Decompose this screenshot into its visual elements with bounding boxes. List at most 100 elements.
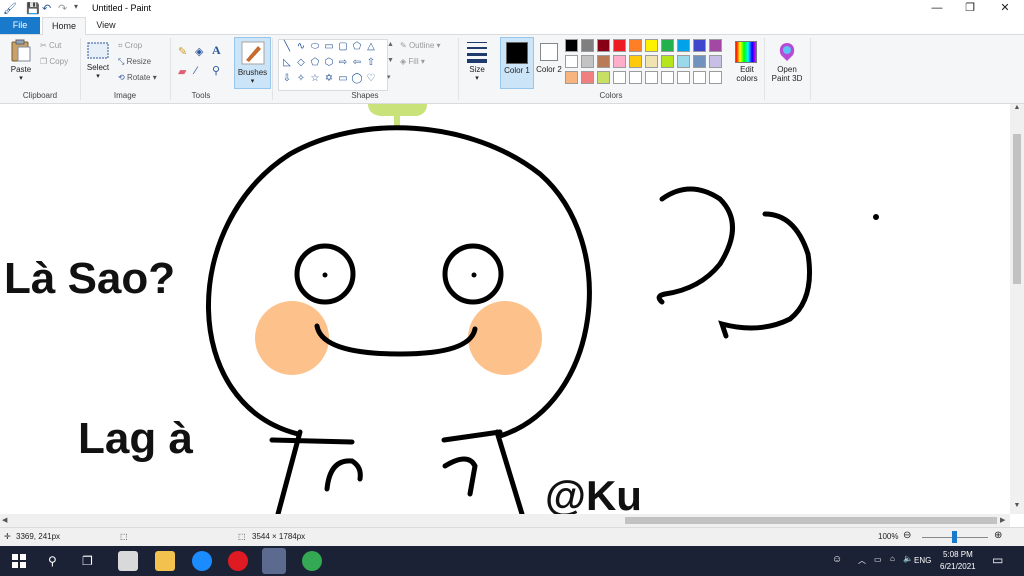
paste-button[interactable]: Paste ▾: [6, 39, 36, 82]
right-arrow-shape-icon[interactable]: ⇨: [337, 58, 349, 68]
cut-button[interactable]: ✂ Cut: [40, 41, 61, 50]
left-arrow-shape-icon[interactable]: ⇦: [351, 58, 363, 68]
horizontal-scrollbar[interactable]: ◀ ▶: [0, 514, 1010, 527]
palette-swatch[interactable]: [661, 71, 674, 84]
palette-swatch[interactable]: [581, 71, 594, 84]
copy-button[interactable]: ❐ Copy: [40, 57, 68, 66]
fill-button[interactable]: ◈ Fill ▾: [400, 57, 425, 66]
redo-icon[interactable]: ↷: [58, 2, 67, 15]
palette-swatch[interactable]: [645, 71, 658, 84]
color1-button[interactable]: Color 1: [500, 37, 534, 89]
palette-swatch[interactable]: [565, 39, 578, 52]
store-app-icon[interactable]: [118, 551, 138, 571]
zoom-out-icon[interactable]: ⊖: [903, 530, 911, 541]
select-button[interactable]: Select ▾: [84, 41, 112, 80]
palette-swatch[interactable]: [709, 71, 722, 84]
rounded-rectangle-shape-icon[interactable]: ▢: [337, 42, 349, 52]
callout-rect-shape-icon[interactable]: ▭: [337, 74, 349, 84]
windows-start-icon[interactable]: [12, 554, 26, 568]
palette-swatch[interactable]: [613, 55, 626, 68]
clock-time[interactable]: 5:08 PM: [943, 550, 973, 559]
palette-swatch[interactable]: [629, 39, 642, 52]
vertical-scroll-thumb[interactable]: [1013, 134, 1021, 284]
edit-colors-button[interactable]: Edit colors: [732, 39, 760, 83]
minimize-button[interactable]: —: [920, 1, 954, 16]
customize-qat-icon[interactable]: ▾: [74, 2, 78, 11]
opera-browser-icon[interactable]: [228, 551, 248, 571]
palette-swatch[interactable]: [597, 39, 610, 52]
task-view-icon[interactable]: ❐: [82, 554, 93, 568]
palette-swatch[interactable]: [645, 55, 658, 68]
file-explorer-icon[interactable]: [155, 551, 175, 571]
tab-home[interactable]: Home: [42, 17, 86, 35]
restore-button[interactable]: ❐: [953, 1, 987, 16]
scroll-down-icon[interactable]: ▼: [1010, 502, 1024, 514]
palette-swatch[interactable]: [677, 39, 690, 52]
tab-file[interactable]: File: [0, 17, 40, 34]
palette-swatch[interactable]: [677, 71, 690, 84]
zalo-app-icon[interactable]: [192, 551, 212, 571]
palette-swatch[interactable]: [709, 39, 722, 52]
palette-swatch[interactable]: [693, 55, 706, 68]
zoom-slider-thumb[interactable]: [952, 531, 957, 543]
show-hidden-icons[interactable]: ︿: [858, 555, 866, 566]
scroll-right-icon[interactable]: ▶: [1000, 514, 1010, 527]
language-indicator[interactable]: ENG: [914, 556, 931, 565]
heart-shape-icon[interactable]: ♡: [365, 74, 377, 84]
eraser-icon[interactable]: ▰: [178, 65, 186, 78]
palette-swatch[interactable]: [629, 55, 642, 68]
network-icon[interactable]: ⌂: [890, 554, 895, 563]
shapes-more-icon[interactable]: ▾: [387, 73, 391, 81]
undo-icon[interactable]: ↶: [42, 2, 51, 15]
zoom-in-icon[interactable]: ⊕: [994, 530, 1002, 541]
notifications-icon[interactable]: ▭: [992, 553, 1003, 567]
brushes-button[interactable]: Brushes ▾: [234, 37, 271, 89]
four-point-star-shape-icon[interactable]: ✧: [295, 74, 307, 84]
palette-swatch[interactable]: [613, 71, 626, 84]
clock-date[interactable]: 6/21/2021: [940, 562, 976, 571]
resize-button[interactable]: ⤡ Resize: [118, 57, 151, 67]
curve-shape-icon[interactable]: ∿: [295, 42, 307, 52]
triangle-shape-icon[interactable]: △: [365, 42, 377, 52]
palette-swatch[interactable]: [565, 71, 578, 84]
scroll-up-icon[interactable]: ▲: [1010, 104, 1024, 116]
up-arrow-shape-icon[interactable]: ⇧: [365, 58, 377, 68]
five-point-star-shape-icon[interactable]: ☆: [309, 74, 321, 84]
rotate-button[interactable]: ⟲ Rotate ▾: [118, 73, 157, 82]
magnifier-icon[interactable]: ⚲: [212, 64, 220, 77]
palette-swatch[interactable]: [629, 71, 642, 84]
line-shape-icon[interactable]: ╲: [281, 42, 293, 52]
text-tool-icon[interactable]: A: [212, 43, 221, 58]
fill-bucket-icon[interactable]: ◈: [195, 45, 203, 58]
horizontal-scroll-thumb[interactable]: [625, 517, 997, 524]
pencil-icon[interactable]: ✎: [178, 45, 187, 58]
people-icon[interactable]: ☺: [832, 554, 842, 565]
outline-button[interactable]: ✎ Outline ▾: [400, 41, 441, 50]
palette-swatch[interactable]: [693, 71, 706, 84]
six-point-star-shape-icon[interactable]: ✡: [323, 74, 335, 84]
size-button[interactable]: Size ▾: [463, 39, 491, 82]
save-icon[interactable]: 💾: [26, 2, 40, 15]
down-arrow-shape-icon[interactable]: ⇩: [281, 74, 293, 84]
palette-swatch[interactable]: [709, 55, 722, 68]
hexagon-shape-icon[interactable]: ⬡: [323, 58, 335, 68]
oval-shape-icon[interactable]: ⬭: [309, 42, 321, 52]
palette-swatch[interactable]: [661, 55, 674, 68]
paint-taskbar-icon[interactable]: [262, 548, 286, 574]
polygon-shape-icon[interactable]: ⬠: [351, 42, 363, 52]
scroll-left-icon[interactable]: ◀: [2, 514, 12, 527]
palette-swatch[interactable]: [693, 39, 706, 52]
callout-oval-shape-icon[interactable]: ◯: [351, 74, 363, 84]
palette-swatch[interactable]: [613, 39, 626, 52]
palette-swatch[interactable]: [565, 55, 578, 68]
shapes-gallery[interactable]: ╲ ∿ ⬭ ▭ ▢ ⬠ △ ◺ ◇ ⬠ ⬡ ⇨ ⇦ ⇧ ⇩ ✧ ☆ ✡ ▭ ◯ …: [278, 39, 388, 91]
battery-icon[interactable]: ▭: [874, 555, 882, 564]
palette-swatch[interactable]: [581, 39, 594, 52]
volume-icon[interactable]: 🔈: [903, 554, 913, 563]
color2-button[interactable]: Color 2: [535, 37, 563, 87]
search-icon[interactable]: ⚲: [48, 554, 57, 568]
pentagon-shape-icon[interactable]: ⬠: [309, 58, 321, 68]
diamond-shape-icon[interactable]: ◇: [295, 58, 307, 68]
palette-swatch[interactable]: [677, 55, 690, 68]
right-triangle-shape-icon[interactable]: ◺: [281, 58, 293, 68]
